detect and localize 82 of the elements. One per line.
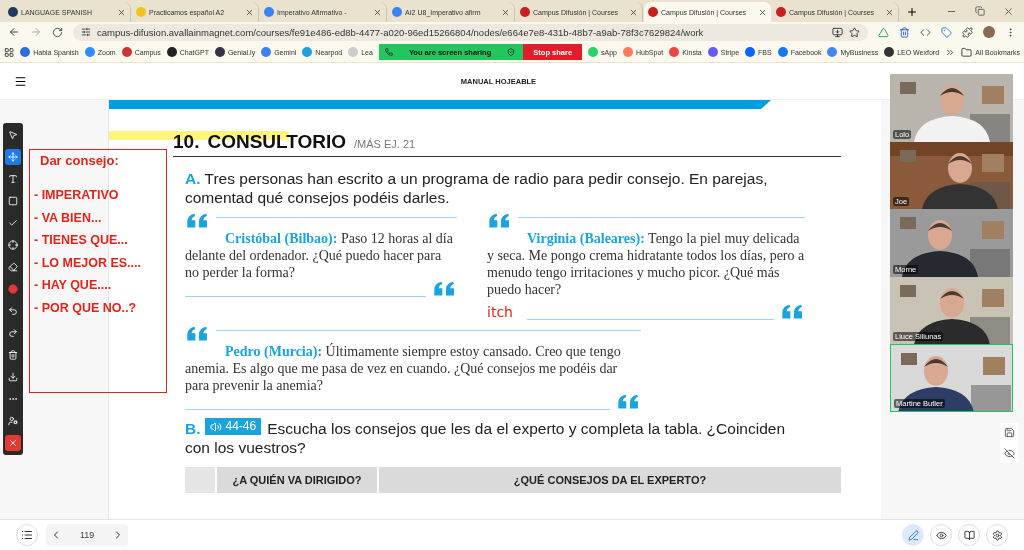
view-button[interactable] — [930, 524, 952, 546]
restore-icon[interactable] — [975, 6, 985, 16]
circle-icon — [8, 284, 18, 294]
quote-icon — [487, 213, 512, 229]
table-header-cell: ¿QUÉ CONSEJOS DA EL EXPERTO? — [377, 466, 841, 493]
book-icon — [963, 529, 975, 541]
shield-icon — [507, 48, 516, 56]
tool-button[interactable] — [5, 149, 21, 165]
undo-icon — [8, 306, 18, 316]
exercise-reference: /MÁS EJ. 21 — [354, 138, 416, 150]
quote-icon — [780, 304, 805, 320]
quote-text: Cristóbal (Bilbao): Paso 12 horas al día delante del ordenador. ¿Qué puedo hacer para no perder la forma? — [185, 230, 454, 281]
new-tab-icon[interactable] — [906, 6, 918, 18]
note-item: - TIENES QUE... — [34, 233, 129, 248]
close-icon[interactable] — [885, 7, 894, 17]
quote-icon — [432, 281, 457, 297]
crosshair-icon — [8, 240, 18, 250]
tool-button[interactable] — [5, 237, 21, 253]
code-icon[interactable] — [920, 26, 931, 38]
contents-button[interactable] — [16, 524, 38, 546]
note-item: - HAY QUE.... — [34, 278, 113, 293]
note-item: - POR QUE NO..? — [34, 300, 138, 315]
save-icon[interactable] — [1003, 427, 1015, 438]
table-header-cell — [185, 466, 215, 493]
list-icon — [21, 529, 33, 541]
settings-icon — [991, 529, 1003, 541]
close-icon[interactable] — [373, 7, 382, 17]
note-title: Dar consejo: — [40, 153, 119, 168]
close-icon[interactable] — [758, 7, 767, 17]
instruction-text: A. Tres personas han escrito a un programa de radio para pedir consejo. En parejas, comentad qué consejos podéis darles. — [185, 169, 769, 207]
pen-icon — [907, 529, 919, 541]
phone-icon — [384, 48, 393, 56]
quote-icon — [185, 326, 210, 342]
trash-icon — [8, 350, 18, 360]
trash-icon[interactable] — [899, 26, 910, 38]
page-number[interactable]: 119 — [72, 530, 103, 540]
close-icon — [8, 438, 18, 448]
close-icon[interactable] — [1003, 6, 1014, 17]
download-icon — [8, 372, 18, 382]
eye-icon — [935, 529, 947, 541]
tool-button[interactable] — [5, 435, 21, 451]
apps-icon[interactable] — [4, 46, 15, 58]
text-icon — [8, 174, 18, 184]
view-button[interactable] — [902, 524, 924, 546]
note-item: - LO MEJOR ES.... — [34, 255, 142, 270]
table-header-cell: ¿A QUIÉN VA DIRIGIDO? — [215, 466, 377, 493]
quote-icon — [185, 213, 210, 229]
view-button[interactable] — [958, 524, 980, 546]
address-field[interactable]: campus-difusion.avallainmagnet.com/courses/fe91e486-ed8b-4477-a020-96ed15266804/nodes/e664e7e8-431b-48b7-a9ab-78f3c7629824/work — [73, 23, 868, 41]
close-icon[interactable] — [245, 7, 254, 17]
eye-off-icon[interactable] — [1003, 448, 1015, 459]
instruction-text: B. 44-46 Escucha los consejos que les da el experto y completa la tabla. ¿Coinciden con los vuestros? — [185, 418, 787, 457]
close-icon[interactable] — [501, 7, 510, 17]
speaker-icon — [209, 420, 222, 433]
pointer-icon — [8, 130, 18, 140]
close-icon[interactable] — [117, 7, 126, 17]
reload-icon[interactable] — [52, 26, 63, 38]
triangle-icon[interactable] — [878, 26, 889, 38]
user-settings-icon — [8, 416, 18, 426]
handwritten-note: itch — [487, 303, 513, 320]
square-icon — [8, 196, 18, 206]
folder-icon — [961, 46, 973, 58]
close-icon[interactable] — [629, 7, 638, 17]
move-icon — [8, 152, 18, 162]
site-settings-icon[interactable] — [81, 27, 91, 37]
check-icon — [8, 218, 18, 228]
note-item: - IMPERATIVO — [34, 188, 120, 202]
install-icon[interactable] — [832, 26, 843, 38]
extensions-icon[interactable] — [962, 26, 973, 38]
note-item: - VA BIEN... — [34, 210, 103, 225]
view-button[interactable] — [986, 524, 1008, 546]
back-icon[interactable] — [8, 26, 20, 38]
menu-icon[interactable] — [14, 74, 27, 88]
profile-avatar[interactable] — [983, 26, 995, 38]
redo-icon — [8, 328, 18, 338]
exercise-title: CONSULTORIO — [207, 131, 347, 153]
quote-icon — [616, 394, 641, 410]
quote-text: Virginia (Baleares): Tengo la piel muy delicada y seca. Me pongo crema hidratante todos los días, pero a menudo tengo irritaciones y mucho picor. ¿Qué más puedo hacer? — [487, 230, 805, 298]
quote-text: Pedro (Murcia): Últimamente siempre estoy cansado. Creo que tengo anemia. Es algo que me pasa de vez en cuando. ¿Qué consejos me podéis dar para prevenir la anemia? — [185, 343, 622, 394]
exercise-number: 10. — [173, 131, 200, 153]
star-icon[interactable] — [849, 26, 860, 38]
eraser-icon — [8, 262, 18, 272]
